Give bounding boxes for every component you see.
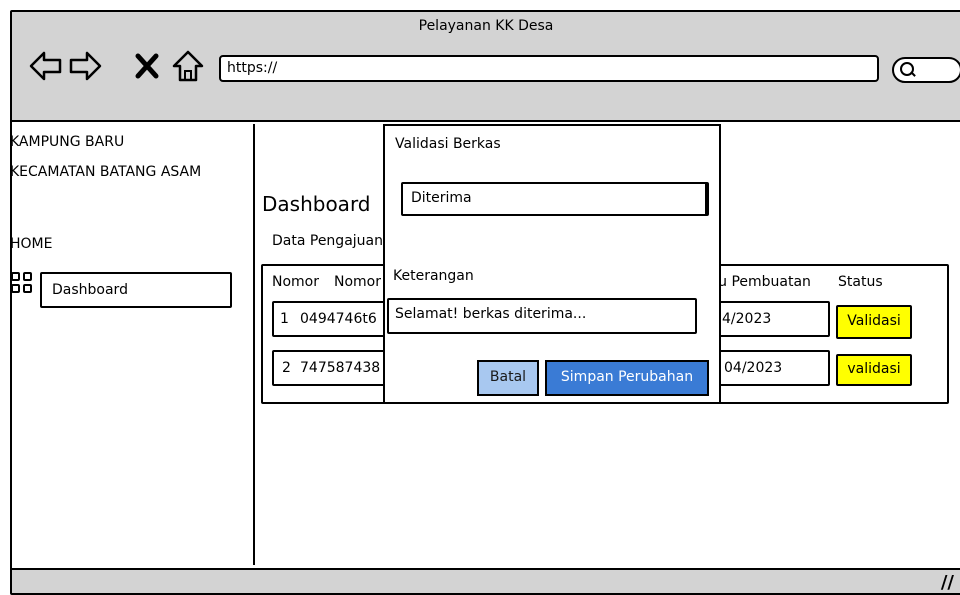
village-name: KAMPUNG BARU: [10, 134, 125, 150]
row-date: 04/2023: [724, 360, 783, 376]
district-name: KECAMATAN BATANG ASAM: [10, 164, 202, 180]
grid-icon: [11, 272, 37, 298]
search-icon: [900, 62, 914, 76]
row-number: 2: [282, 360, 291, 376]
home-icon[interactable]: [170, 48, 206, 84]
resize-grip-icon[interactable]: //: [941, 572, 954, 593]
search-button[interactable]: [892, 57, 960, 83]
browser-chrome: Pelayanan KK Desa https://: [12, 12, 960, 122]
keterangan-label: Keterangan: [393, 268, 474, 284]
validasi-button[interactable]: Validasi: [836, 305, 912, 339]
status-value: Diterima: [411, 190, 472, 206]
cancel-button[interactable]: Batal: [477, 360, 539, 396]
back-arrow-icon[interactable]: [28, 48, 64, 84]
forward-arrow-icon[interactable]: [67, 48, 103, 84]
sidebar-divider: [253, 124, 255, 565]
save-changes-button[interactable]: Simpan Perubahan: [545, 360, 709, 396]
status-bar: //: [12, 568, 960, 593]
sidebar-item-dashboard[interactable]: Dashboard: [40, 272, 232, 308]
window-title: Pelayanan KK Desa: [418, 18, 554, 34]
row-nomor: 747587438: [300, 360, 381, 376]
url-input[interactable]: https://: [219, 55, 879, 82]
keterangan-value: Selamat! berkas diterima...: [395, 306, 587, 322]
row-number: 1: [280, 311, 289, 327]
page-title: Dashboard: [262, 192, 371, 216]
validasi-button[interactable]: validasi: [836, 354, 912, 386]
status-select[interactable]: Diterima: [401, 182, 709, 216]
table-header-nomor: Nomor: [334, 274, 381, 290]
row-nomor: 0494746t6: [300, 311, 377, 327]
close-icon[interactable]: [130, 48, 166, 84]
validation-dialog: Validasi Berkas Diterima Keterangan Sela…: [383, 124, 721, 404]
row-date: 4/2023: [722, 311, 772, 327]
dialog-title: Validasi Berkas: [395, 136, 501, 152]
sidebar-item-label: Dashboard: [52, 282, 128, 298]
table-header-no: Nomor: [272, 274, 319, 290]
table-header-status: Status: [838, 274, 883, 290]
home-label[interactable]: HOME: [10, 236, 52, 252]
keterangan-input[interactable]: Selamat! berkas diterima...: [387, 298, 697, 334]
section-subtitle: Data Pengajuan: [272, 233, 383, 249]
